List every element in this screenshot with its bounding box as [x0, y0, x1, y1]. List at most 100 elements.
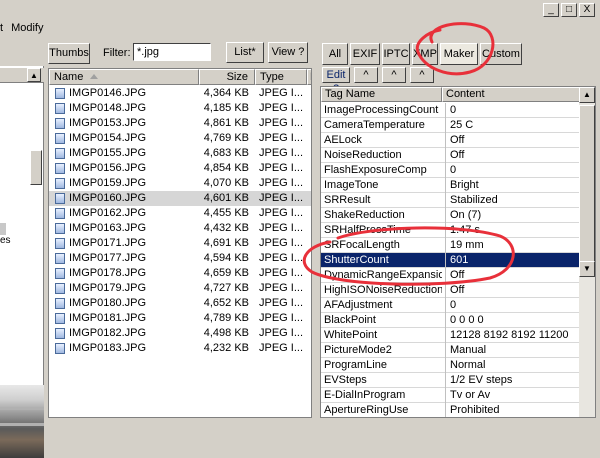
filter-input[interactable]: *.jpg [133, 43, 211, 61]
tag-row[interactable]: WhitePoint 12128 8192 8192 11200 [321, 328, 579, 343]
close-button[interactable]: X [579, 3, 595, 17]
file-row[interactable]: IMGP0148.JPG 4,185 KB JPEG I... 2 [49, 101, 311, 116]
jpeg-file-icon [55, 328, 65, 339]
tag-row[interactable]: PictureMode2 Manual [321, 343, 579, 358]
file-row[interactable]: IMGP0155.JPG 4,683 KB JPEG I... 2 [49, 146, 311, 161]
file-date: 2 [311, 86, 312, 101]
tag-name: PictureMode2 [324, 344, 392, 356]
tag-grid-scrollbar[interactable]: ▲ ▼ [579, 87, 595, 417]
tag-row[interactable]: ApertureRingUse Prohibited [321, 403, 579, 417]
file-name: IMGP0160.JPG [69, 192, 147, 204]
tag-row[interactable]: E-DialInProgram Tv or Av [321, 388, 579, 403]
maximize-button[interactable]: □ [561, 3, 577, 17]
tag-row[interactable]: NoiseReduction Off [321, 148, 579, 163]
file-type: JPEG I... [259, 312, 304, 324]
tab-xmp[interactable]: XMP [412, 43, 438, 65]
left-scrollbar-thumb[interactable] [30, 150, 42, 185]
tag-content: Manual [445, 343, 579, 358]
menu-item-edit-partial[interactable]: t [0, 22, 7, 34]
file-row[interactable]: IMGP0146.JPG 4,364 KB JPEG I... 2 [49, 86, 312, 101]
scroll-down-icon[interactable]: ▼ [579, 261, 595, 277]
file-name: IMGP0155.JPG [69, 147, 147, 159]
move-up-button-3[interactable]: ^ [410, 67, 434, 83]
tag-row[interactable]: DynamicRangeExpansion Off [321, 268, 579, 283]
menu-bar: t Modify [0, 18, 600, 37]
view-button[interactable]: View ? [268, 42, 308, 63]
tag-row[interactable]: EVSteps 1/2 EV steps [321, 373, 579, 388]
jpeg-file-icon [55, 283, 65, 294]
file-row[interactable]: IMGP0163.JPG 4,432 KB JPEG I... 2 [49, 221, 312, 236]
file-row[interactable]: IMGP0162.JPG 4,455 KB JPEG I... 2 [49, 206, 311, 221]
tag-row[interactable]: BlackPoint 0 0 0 0 [321, 313, 579, 328]
file-name: IMGP0177.JPG [69, 252, 147, 264]
file-row[interactable]: IMGP0159.JPG 4,070 KB JPEG I... 2 [49, 176, 312, 191]
left-selection [0, 223, 6, 235]
tab-iptc[interactable]: IPTC [382, 43, 410, 65]
tag-content: Bright [445, 178, 579, 193]
tag-name: SRFocalLength [324, 239, 400, 251]
column-header-type[interactable]: Type [255, 69, 307, 85]
file-row[interactable]: IMGP0181.JPG 4,789 KB JPEG I... 2 [49, 311, 311, 326]
menu-item-modify[interactable]: Modify [7, 22, 47, 34]
file-size: 4,455 KB [203, 207, 249, 219]
file-row[interactable]: IMGP0177.JPG 4,594 KB JPEG I... 2 [49, 251, 311, 266]
column-header-date[interactable]: D [307, 69, 311, 85]
tag-row[interactable]: ShakeReduction On (7) [321, 208, 579, 223]
file-row[interactable]: IMGP0179.JPG 4,727 KB JPEG I... 2 [49, 281, 311, 296]
tag-row[interactable]: AFAdjustment 0 [321, 298, 579, 313]
tab-exif[interactable]: EXIF [350, 43, 380, 65]
photo-preview [0, 385, 44, 458]
file-row[interactable]: IMGP0178.JPG 4,659 KB JPEG I... 2 [49, 266, 311, 281]
tag-row[interactable]: ImageProcessingCount 0 [321, 103, 579, 118]
file-size: 4,432 KB [203, 222, 249, 234]
file-row[interactable]: IMGP0180.JPG 4,652 KB JPEG I... 2 [49, 296, 311, 311]
minimize-button[interactable]: _ [543, 3, 559, 17]
edit-button[interactable]: Edit ? [322, 67, 350, 95]
tag-row[interactable]: AELock Off [321, 133, 579, 148]
window-controls: _ □ X [543, 3, 595, 17]
file-type: JPEG I... [259, 162, 304, 174]
file-row[interactable]: IMGP0183.JPG 4,232 KB JPEG I... 2 [49, 341, 311, 356]
tag-row[interactable]: ProgramLine Normal [321, 358, 579, 373]
tag-row[interactable]: CameraTemperature 25 C [321, 118, 579, 133]
column-header-content[interactable]: Content [442, 87, 581, 102]
list-button[interactable]: List* [226, 42, 264, 63]
tab-maker[interactable]: Maker [440, 43, 478, 65]
tag-row[interactable]: ImageTone Bright [321, 178, 579, 193]
file-row[interactable]: IMGP0153.JPG 4,861 KB JPEG I... 2 [49, 116, 311, 131]
tab-all[interactable]: All [322, 43, 348, 65]
file-row[interactable]: IMGP0182.JPG 4,498 KB JPEG I... 2 [49, 326, 311, 341]
move-up-button-2[interactable]: ^ [382, 67, 406, 83]
file-size: 4,769 KB [203, 132, 249, 144]
file-type: JPEG I... [259, 207, 304, 219]
file-size: 4,691 KB [203, 237, 249, 249]
file-date: 2 [311, 221, 312, 236]
jpeg-file-icon [55, 148, 65, 159]
file-size: 4,861 KB [203, 117, 249, 129]
tag-row[interactable]: SRResult Stabilized [321, 193, 579, 208]
column-header-name[interactable]: Name [49, 69, 199, 85]
scroll-up-icon[interactable]: ▲ [579, 87, 595, 103]
tag-name: SRResult [324, 194, 371, 206]
tab-custom[interactable]: Custom [480, 43, 522, 65]
scroll-up-icon[interactable]: ▲ [27, 68, 41, 82]
file-row[interactable]: IMGP0171.JPG 4,691 KB JPEG I... 2 [49, 236, 311, 251]
left-item-label[interactable]: es [0, 235, 11, 246]
thumbs-button[interactable]: Thumbs [48, 43, 90, 64]
tag-row[interactable]: FlashExposureComp 0 [321, 163, 579, 178]
file-row[interactable]: IMGP0160.JPG 4,601 KB JPEG I... 2 [49, 191, 311, 206]
tag-row[interactable]: SRFocalLength 19 mm [321, 238, 579, 253]
tag-content: 12128 8192 8192 11200 [445, 328, 579, 343]
tag-content: 1.47 s [445, 223, 579, 238]
file-row[interactable]: IMGP0154.JPG 4,769 KB JPEG I... 2 [49, 131, 311, 146]
move-up-button-1[interactable]: ^ [354, 67, 378, 83]
column-header-size[interactable]: Size [199, 69, 255, 85]
tag-row[interactable]: ShutterCount 601 [321, 253, 579, 268]
column-header-tag-name[interactable]: Tag Name [321, 87, 442, 102]
file-date: 2 [311, 176, 312, 191]
scrollbar-thumb[interactable] [579, 105, 595, 265]
file-row[interactable]: IMGP0156.JPG 4,854 KB JPEG I... 2 [49, 161, 311, 176]
tag-row[interactable]: HighISONoiseReduction Off [321, 283, 579, 298]
tag-row[interactable]: SRHalfPressTime 1.47 s [321, 223, 579, 238]
tag-content: Prohibited [445, 403, 579, 417]
